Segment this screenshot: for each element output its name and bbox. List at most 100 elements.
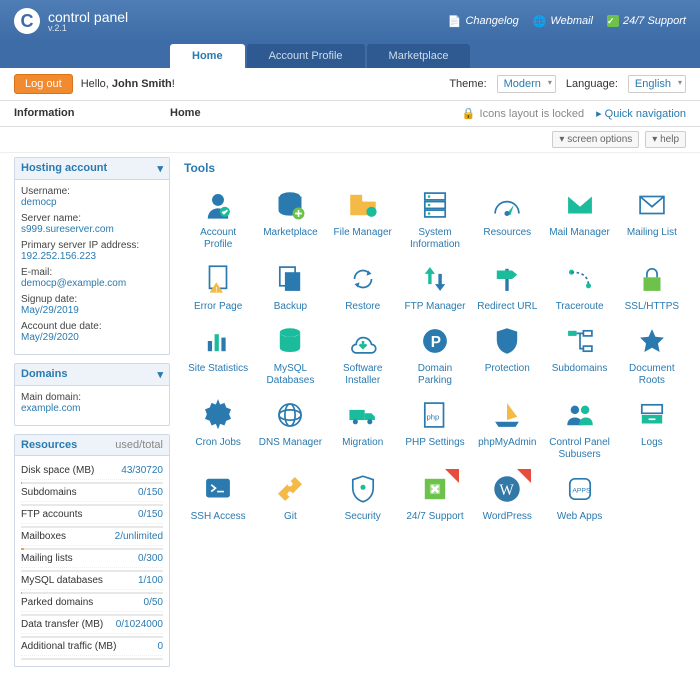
- support-link[interactable]: ✓ 24/7 Support: [607, 15, 686, 28]
- mailing-list-icon: [634, 187, 670, 223]
- resource-row: Additional traffic (MB)0: [21, 638, 163, 660]
- tool-system-information[interactable]: System Information: [401, 185, 469, 253]
- webmail-link[interactable]: 🌐 Webmail: [533, 15, 593, 28]
- logout-button[interactable]: Log out: [14, 74, 73, 94]
- info-row: Signup date:May/29/2019: [21, 294, 163, 316]
- panel-resources: Resourcesused/total Disk space (MB)43/30…: [14, 434, 170, 667]
- utility-links: 📄 Changelog 🌐 Webmail ✓ 24/7 Support: [448, 15, 686, 28]
- panel-domains: Domains▾ Main domain:example.com: [14, 363, 170, 426]
- tool-ssh-access[interactable]: SSH Access: [184, 469, 252, 525]
- sidebar: Hosting account▾ Username:democpServer n…: [14, 157, 170, 675]
- tool-mailing-list[interactable]: Mailing List: [618, 185, 686, 253]
- resource-row: Parked domains0/50: [21, 594, 163, 616]
- tool-mysql-databases[interactable]: MySQL Databases: [256, 321, 324, 389]
- resource-row: Disk space (MB)43/30720: [21, 462, 163, 484]
- tool-marketplace[interactable]: Marketplace: [256, 185, 324, 253]
- greeting: Hello, John Smith!: [81, 78, 175, 90]
- tool-dns-manager[interactable]: DNS Manager: [256, 395, 324, 463]
- panel-resources-header[interactable]: Resourcesused/total: [15, 435, 169, 456]
- svg-text:W: W: [500, 482, 515, 499]
- tool-backup[interactable]: Backup: [256, 259, 324, 315]
- tool-phpmyadmin[interactable]: phpMyAdmin: [473, 395, 541, 463]
- tool-label: Protection: [475, 363, 539, 375]
- resource-row: MySQL databases1/100: [21, 572, 163, 594]
- resource-row: FTP accounts0/150: [21, 506, 163, 528]
- file-manager-icon: [345, 187, 381, 223]
- heading-bar: Information Home 🔒 Icons layout is locke…: [0, 101, 700, 127]
- tool-web-apps[interactable]: APPS Web Apps: [545, 469, 613, 525]
- resource-row: Mailboxes2/unlimited: [21, 528, 163, 550]
- nav-tabs: Home Account Profile Marketplace: [0, 42, 700, 68]
- tool-subdomains[interactable]: Subdomains: [545, 321, 613, 389]
- tool-label: Software Installer: [331, 363, 395, 387]
- tool-resources[interactable]: Resources: [473, 185, 541, 253]
- tool-ftp-manager[interactable]: FTP Manager: [401, 259, 469, 315]
- info-row: E-mail:democp@example.com: [21, 267, 163, 289]
- tool-security[interactable]: Security: [329, 469, 397, 525]
- protection-icon: [489, 323, 525, 359]
- tool-label: phpMyAdmin: [475, 437, 539, 449]
- panel-hosting-header[interactable]: Hosting account▾: [15, 158, 169, 180]
- tool-label: Mail Manager: [547, 227, 611, 239]
- tool-domain-parking[interactable]: P Domain Parking: [401, 321, 469, 389]
- tool-label: 24/7 Support: [403, 511, 467, 523]
- phpmyadmin-icon: [489, 397, 525, 433]
- tool-site-statistics[interactable]: Site Statistics: [184, 321, 252, 389]
- tool-mail-manager[interactable]: Mail Manager: [545, 185, 613, 253]
- tool-account-profile[interactable]: Account Profile: [184, 185, 252, 253]
- tool-label: File Manager: [331, 227, 395, 239]
- tool-label: Document Roots: [620, 363, 684, 387]
- language-label: Language:: [566, 78, 618, 90]
- tool-label: SSH Access: [186, 511, 250, 523]
- tool-label: Git: [258, 511, 322, 523]
- tool-label: Domain Parking: [403, 363, 467, 387]
- svg-text:APPS: APPS: [572, 487, 591, 494]
- new-ribbon-icon: [445, 469, 459, 483]
- tool-redirect-url[interactable]: Redirect URL: [473, 259, 541, 315]
- tool-php-settings[interactable]: php PHP Settings: [401, 395, 469, 463]
- tool-logs[interactable]: Logs: [618, 395, 686, 463]
- changelog-link[interactable]: 📄 Changelog: [448, 15, 519, 28]
- tool-git[interactable]: Git: [256, 469, 324, 525]
- panel-domains-header[interactable]: Domains▾: [15, 364, 169, 386]
- help-button[interactable]: ▾ help: [645, 131, 686, 148]
- tool-protection[interactable]: Protection: [473, 321, 541, 389]
- tool-ssl-https[interactable]: SSL/HTTPS: [618, 259, 686, 315]
- tool-247-support[interactable]: 24/7 Support: [401, 469, 469, 525]
- redirect-url-icon: [489, 261, 525, 297]
- tool-wordpress[interactable]: W WordPress: [473, 469, 541, 525]
- language-select[interactable]: English: [628, 75, 686, 93]
- tab-marketplace[interactable]: Marketplace: [367, 44, 471, 68]
- tab-home[interactable]: Home: [170, 44, 245, 68]
- svg-text:P: P: [431, 334, 441, 351]
- tool-label: Control Panel Subusers: [547, 437, 611, 461]
- ftp-manager-icon: [417, 261, 453, 297]
- ssl-https-icon: [634, 261, 670, 297]
- tool-label: FTP Manager: [403, 301, 467, 313]
- sub-bar: Log out Hello, John Smith! Theme: Modern…: [0, 68, 700, 101]
- logo[interactable]: C control panel v.2.1: [14, 8, 128, 34]
- web-apps-icon: APPS: [562, 471, 598, 507]
- domain-parking-icon: P: [417, 323, 453, 359]
- tool-label: Subdomains: [547, 363, 611, 375]
- tool-error-page[interactable]: ! Error Page: [184, 259, 252, 315]
- theme-select[interactable]: Modern: [497, 75, 556, 93]
- tool-cron-jobs[interactable]: Cron Jobs: [184, 395, 252, 463]
- tool-software-installer[interactable]: Software Installer: [329, 321, 397, 389]
- tool-control-panel-subusers[interactable]: Control Panel Subusers: [545, 395, 613, 463]
- screen-options-button[interactable]: ▾ screen options: [552, 131, 639, 148]
- tool-label: System Information: [403, 227, 467, 251]
- resource-row: Data transfer (MB)0/1024000: [21, 616, 163, 638]
- tool-file-manager[interactable]: File Manager: [329, 185, 397, 253]
- tool-traceroute[interactable]: Traceroute: [545, 259, 613, 315]
- git-icon: [272, 471, 308, 507]
- tool-label: Error Page: [186, 301, 250, 313]
- tool-label: Marketplace: [258, 227, 322, 239]
- quick-navigation-link[interactable]: Quick navigation: [605, 108, 686, 120]
- tab-account-profile[interactable]: Account Profile: [247, 44, 365, 68]
- tool-restore[interactable]: Restore: [329, 259, 397, 315]
- info-row: Username:democp: [21, 186, 163, 208]
- tool-document-roots[interactable]: Document Roots: [618, 321, 686, 389]
- tool-label: Web Apps: [547, 511, 611, 523]
- tool-migration[interactable]: Migration: [329, 395, 397, 463]
